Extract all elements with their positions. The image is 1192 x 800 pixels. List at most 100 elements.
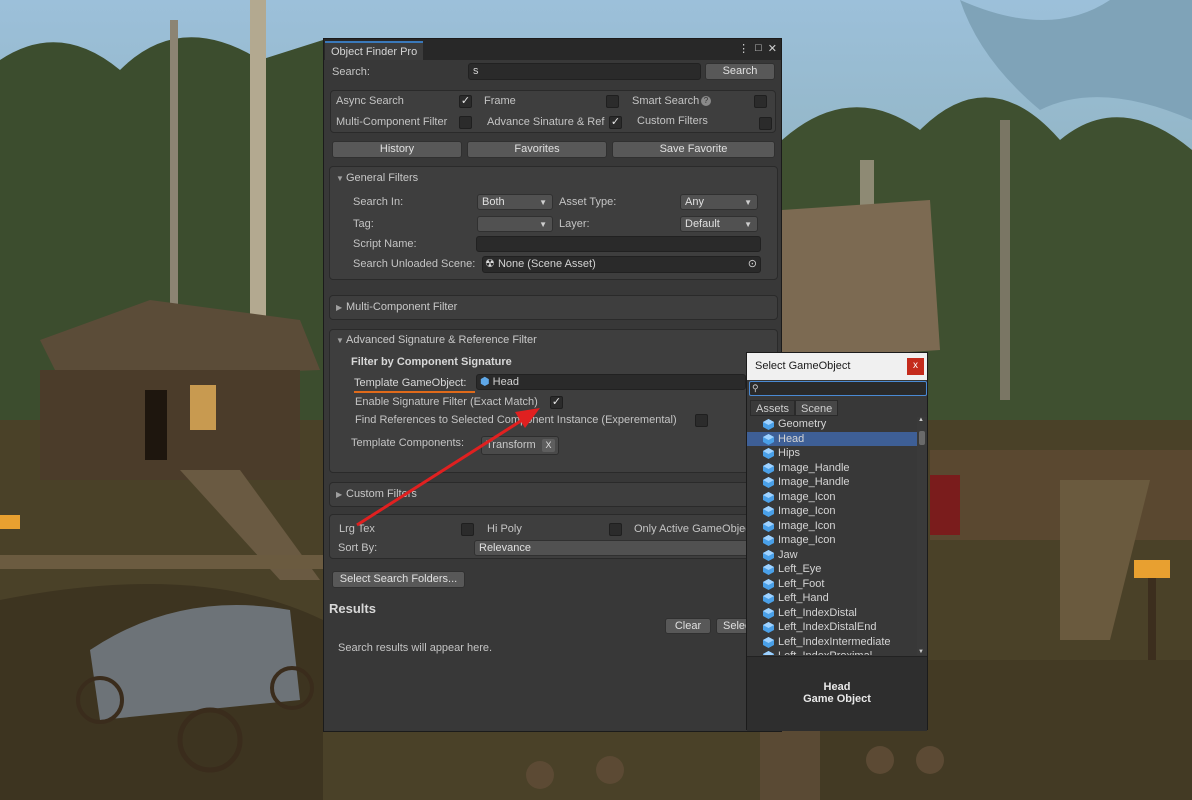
window-title-tab[interactable]: Object Finder Pro <box>325 41 424 60</box>
hi-poly-checkbox[interactable] <box>609 523 622 536</box>
tab-assets[interactable]: Assets <box>750 400 796 416</box>
favorites-button[interactable]: Favorites <box>467 141 607 158</box>
list-item[interactable]: Left_Hand <box>747 591 917 606</box>
annotation-underline <box>354 391 475 393</box>
list-item-label: Head <box>778 432 805 445</box>
scene-asset-icon: ☢ <box>485 258 495 270</box>
list-item[interactable]: Left_Foot <box>747 577 917 592</box>
custom-filters-foldout[interactable]: ▶ Custom Filters <box>336 488 417 500</box>
custom-filters-header: Custom Filters <box>346 488 417 500</box>
search-button[interactable]: Search <box>705 63 775 80</box>
list-item-label: Hips <box>778 447 801 459</box>
list-item[interactable]: Left_Eye <box>747 562 917 577</box>
general-filters-foldout[interactable]: ▼ General Filters <box>336 172 418 184</box>
tag-dropdown[interactable]: ▼ <box>477 216 553 232</box>
frame-checkbox[interactable] <box>606 95 619 108</box>
gameobject-cube-icon <box>763 564 774 575</box>
advance-signature-checkbox[interactable]: ✓ <box>609 116 622 129</box>
clear-results-button[interactable]: Clear <box>665 618 711 634</box>
lrg-tex-checkbox[interactable] <box>461 523 474 536</box>
select-search-folders-button[interactable]: Select Search Folders... <box>332 571 465 588</box>
close-icon[interactable]: ✕ <box>768 42 777 55</box>
async-search-checkbox[interactable]: ✓ <box>459 95 472 108</box>
gameobject-cube-icon <box>763 636 774 648</box>
selection-preview: Head Game Object <box>747 656 927 731</box>
history-button[interactable]: History <box>332 141 462 158</box>
unloaded-scene-value: None (Scene Asset) <box>497 258 596 270</box>
list-item-label: Geometry <box>778 418 827 430</box>
asset-type-label: Asset Type: <box>559 196 617 208</box>
popup-search-input[interactable]: ⚲ <box>749 381 927 396</box>
popup-close-button[interactable]: x <box>907 358 924 375</box>
scrollbar-thumb[interactable] <box>919 431 925 445</box>
gameobject-cube-icon <box>763 622 774 633</box>
list-item[interactable]: Hips <box>747 446 917 461</box>
scroll-down-icon[interactable]: ▼ <box>918 649 924 655</box>
template-gameobject-label: Template GameObject: <box>354 377 467 389</box>
list-item[interactable]: Image_Icon <box>747 490 917 505</box>
menu-icon[interactable]: ⋮ <box>738 42 749 55</box>
advance-signature-toggle-label: Advance Sinature & Ref <box>487 116 605 128</box>
gameobject-cube-icon <box>763 578 774 590</box>
script-name-input[interactable] <box>476 236 761 252</box>
object-picker-icon[interactable]: ⊙ <box>748 257 757 272</box>
gameobject-cube-icon <box>763 506 774 517</box>
chevron-down-icon: ▼ <box>744 220 752 229</box>
gameobject-cube-icon <box>763 433 774 445</box>
list-scrollbar[interactable]: ▲ ▼ <box>917 417 927 655</box>
list-item[interactable]: Left_IndexDistal <box>747 606 917 621</box>
list-item[interactable]: Left_IndexIntermediate <box>747 635 917 650</box>
list-item[interactable]: Left_IndexProximal <box>747 649 917 655</box>
multi-component-foldout[interactable]: ▶ Multi-Component Filter <box>336 301 457 313</box>
list-item[interactable]: Geometry <box>747 417 917 432</box>
search-in-dropdown[interactable]: Both ▼ <box>477 194 553 210</box>
smart-search-checkbox[interactable] <box>754 95 767 108</box>
gameobject-cube-icon <box>763 477 774 488</box>
unloaded-scene-field[interactable]: ☢ None (Scene Asset) ⊙ <box>482 256 761 273</box>
maximize-icon[interactable]: □ <box>755 42 762 55</box>
find-references-checkbox[interactable] <box>695 414 708 427</box>
list-item[interactable]: Image_Handle <box>747 475 917 490</box>
list-item-label: Image_Handle <box>778 476 850 488</box>
save-favorite-button[interactable]: Save Favorite <box>612 141 775 158</box>
gameobject-list: Geometry Head Hips Image_Handle Image_Handle… <box>747 417 917 655</box>
list-item[interactable]: Image_Icon <box>747 504 917 519</box>
list-item[interactable]: Image_Icon <box>747 533 917 548</box>
custom-filters-checkbox[interactable] <box>759 117 772 130</box>
enable-signature-checkbox[interactable]: ✓ <box>550 396 563 409</box>
scroll-up-icon[interactable]: ▲ <box>918 417 924 423</box>
list-item[interactable]: Head <box>747 431 917 446</box>
popup-title: Select GameObject <box>747 353 927 380</box>
list-item-label: Jaw <box>778 548 798 561</box>
custom-filters-toggle-label: Custom Filters <box>637 115 708 127</box>
gameobject-cube-icon: ⬢ <box>480 376 490 388</box>
advanced-signature-foldout[interactable]: ▼ Advanced Signature & Reference Filter <box>336 334 537 346</box>
chip-remove-button[interactable]: X <box>542 439 555 452</box>
search-in-label: Search In: <box>353 196 404 208</box>
list-item-label: Image_Handle <box>778 461 850 474</box>
gameobject-cube-icon <box>763 462 774 474</box>
asset-type-dropdown[interactable]: Any ▼ <box>680 194 758 210</box>
layer-dropdown[interactable]: Default ▼ <box>680 216 758 232</box>
list-item-label: Left_IndexDistalEnd <box>778 621 877 633</box>
results-placeholder: Search results will appear here. <box>338 642 493 654</box>
list-item-label: Left_Foot <box>778 577 825 590</box>
list-item-label: Image_Icon <box>778 534 836 546</box>
layer-label: Layer: <box>559 218 590 230</box>
template-gameobject-field[interactable]: ⬢ Head <box>476 374 746 390</box>
multi-component-header: Multi-Component Filter <box>346 301 458 313</box>
object-finder-window: Object Finder Pro ⋮ □ ✕ Search: s Search… <box>323 38 782 732</box>
sort-by-dropdown[interactable]: Relevance <box>474 540 774 556</box>
help-icon[interactable]: ? <box>701 96 711 106</box>
expanded-triangle-icon: ▼ <box>336 336 344 345</box>
list-item[interactable]: Image_Handle <box>747 461 917 476</box>
list-item[interactable]: Jaw <box>747 548 917 563</box>
list-item[interactable]: Image_Icon <box>747 519 917 534</box>
sort-by-label: Sort By: <box>338 542 378 554</box>
expanded-triangle-icon: ▼ <box>336 174 344 183</box>
tab-scene[interactable]: Scene <box>795 400 839 416</box>
collapsed-triangle-icon: ▶ <box>336 490 343 499</box>
multi-component-checkbox[interactable] <box>459 116 472 129</box>
list-item[interactable]: Left_IndexDistalEnd <box>747 620 917 635</box>
search-input[interactable]: s <box>468 63 701 80</box>
